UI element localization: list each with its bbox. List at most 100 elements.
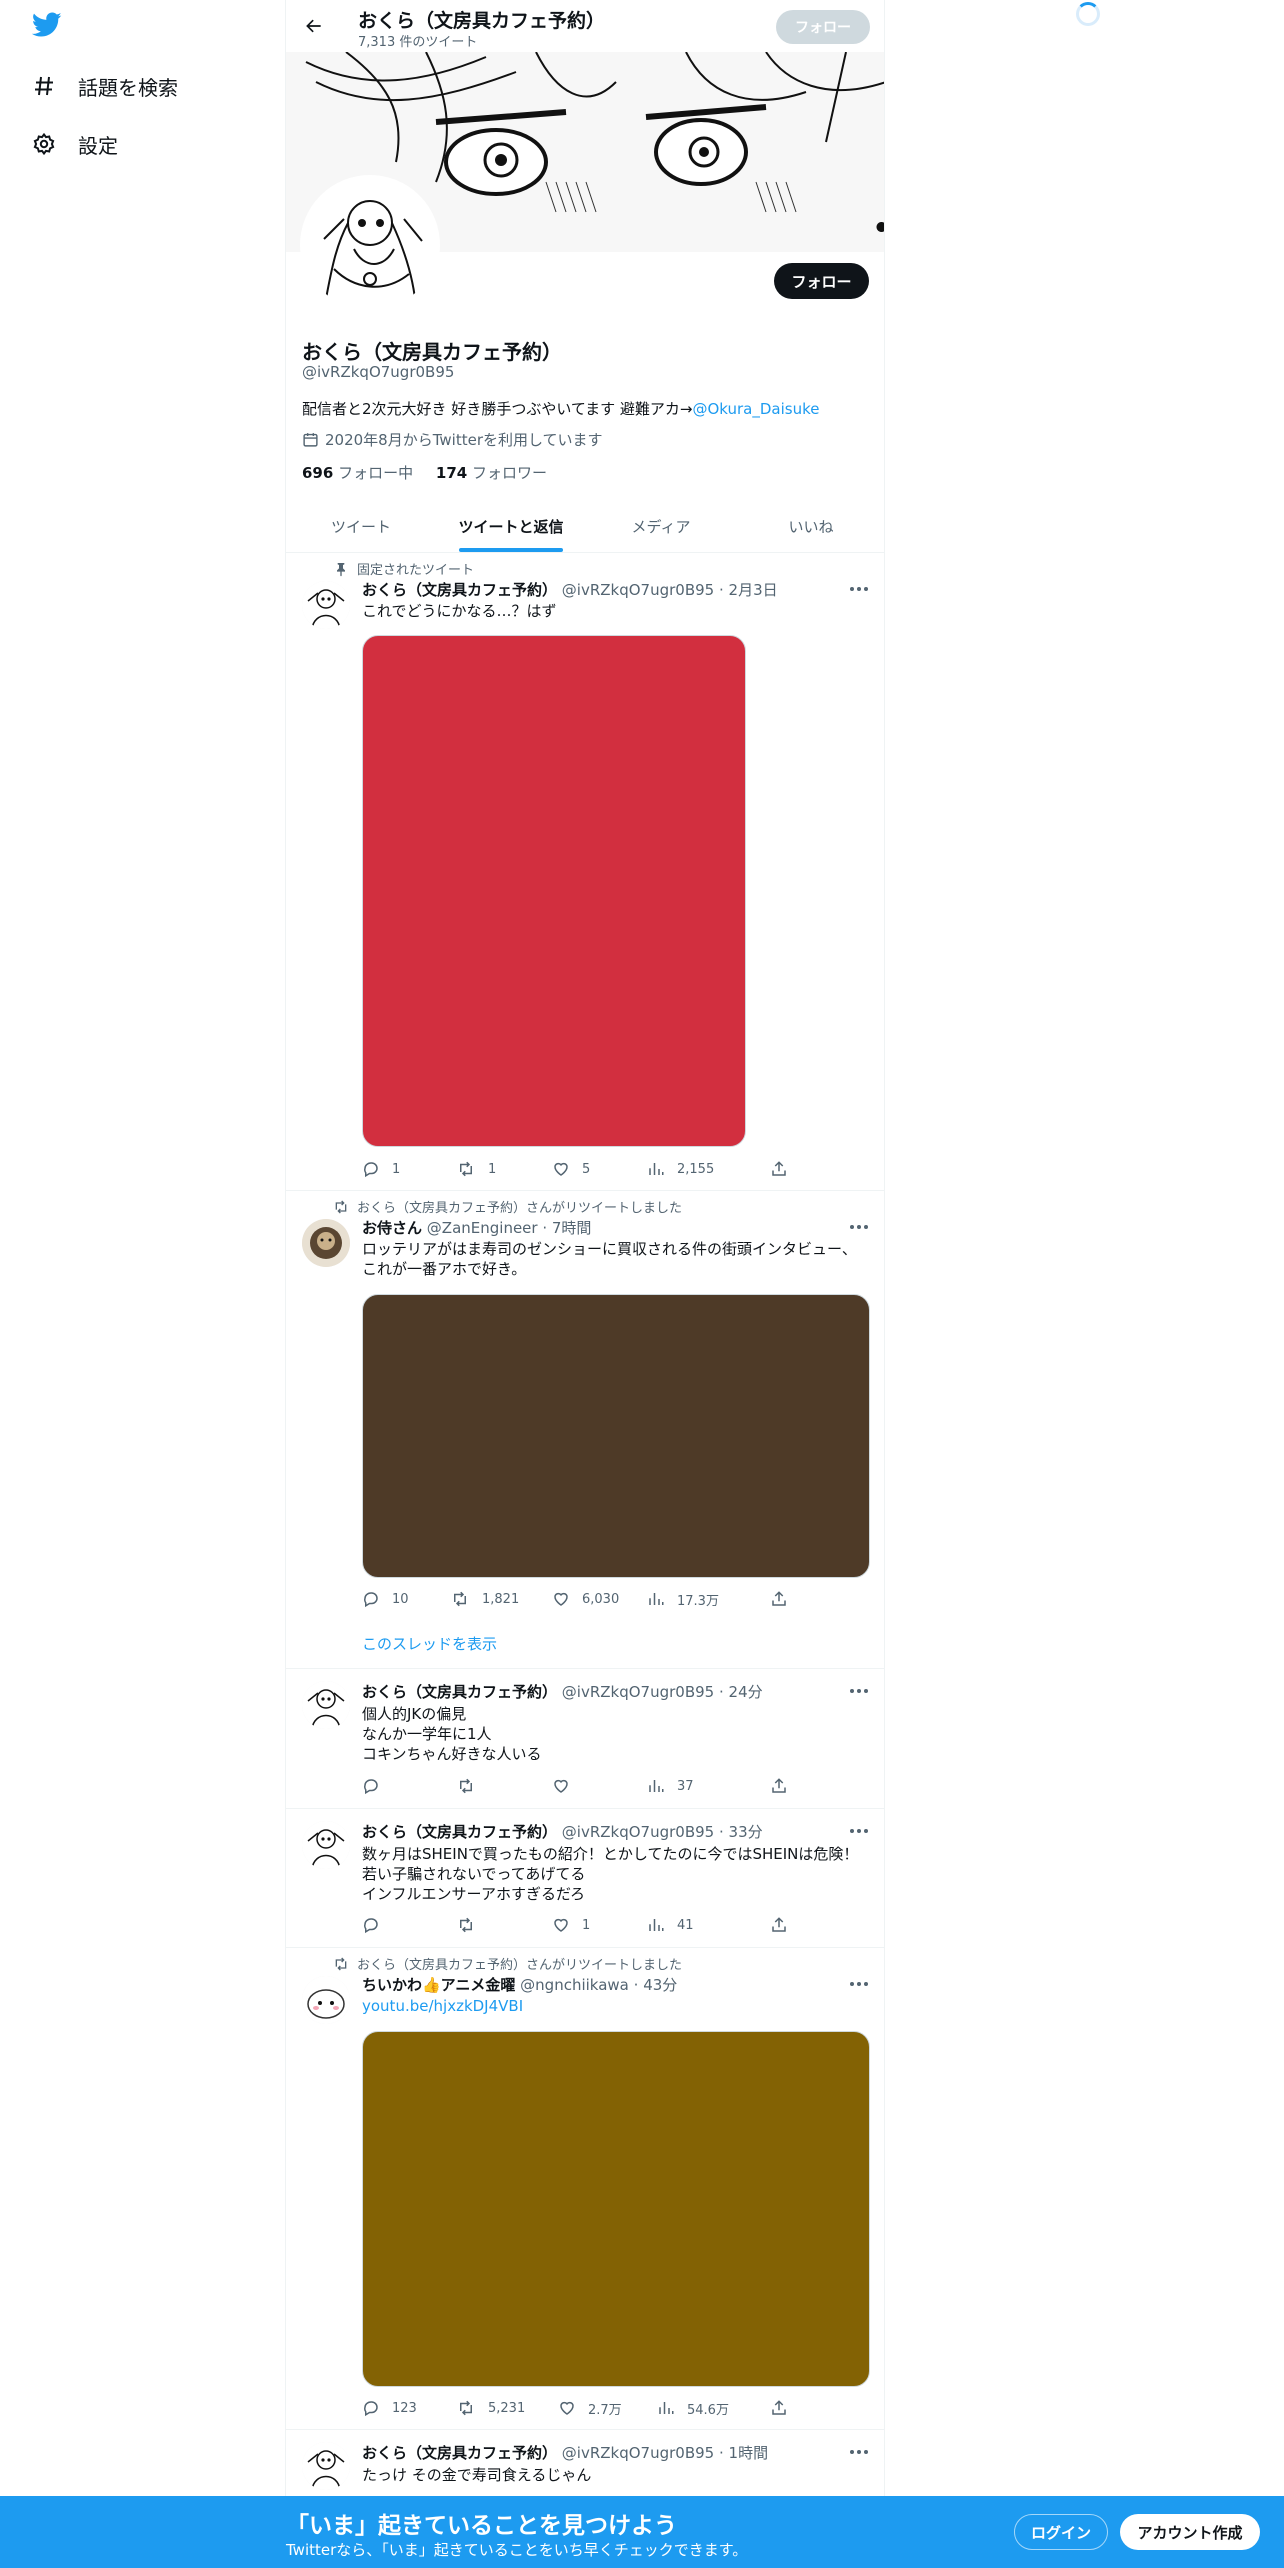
share-icon — [770, 1160, 788, 1178]
tweet-time[interactable]: 24分 — [729, 1683, 763, 1701]
share-button[interactable] — [770, 1588, 788, 1610]
like-button[interactable]: 2.7万 — [558, 2397, 622, 2419]
back-button[interactable] — [300, 12, 328, 40]
tweet-time[interactable]: 2月3日 — [729, 581, 778, 599]
reply-button[interactable] — [362, 1775, 392, 1797]
author-name[interactable]: お侍さん — [362, 1219, 422, 1237]
context-label: おくら（文房具カフェ予約）さんがリツイートしました — [357, 1958, 683, 1973]
more-dots-icon[interactable] — [848, 2442, 870, 2462]
tweet-link[interactable]: youtu.be/hjxzkDJ4VBI — [362, 1996, 872, 2016]
views-chart-icon — [647, 1590, 665, 1608]
views-count: 37 — [677, 1778, 694, 1794]
views-button[interactable]: 54.6万 — [657, 2397, 729, 2419]
author-name[interactable]: ちいかわ👍アニメ金曜 — [362, 1976, 515, 1994]
bio-mention-link[interactable]: @Okura_Daisuke — [692, 400, 819, 418]
tab-likes[interactable]: いいね — [736, 500, 884, 552]
login-button[interactable]: ログイン — [1014, 2514, 1108, 2550]
author-name[interactable]: おくら（文房具カフェ予約） — [362, 1683, 557, 1701]
share-button[interactable] — [770, 1158, 788, 1180]
author-name[interactable]: おくら（文房具カフェ予約） — [362, 1823, 557, 1841]
views-button[interactable]: 37 — [647, 1775, 694, 1797]
like-count: 5 — [582, 1161, 591, 1177]
retweet-button[interactable]: 1,821 — [450, 1588, 519, 1610]
follow-button[interactable]: フォロー — [774, 263, 869, 299]
like-button[interactable]: 1 — [552, 1914, 590, 1936]
author-name[interactable]: おくら（文房具カフェ予約） — [362, 2444, 557, 2462]
gear-icon — [32, 132, 56, 156]
like-button[interactable]: 5 — [552, 1158, 590, 1180]
views-chart-icon — [657, 2399, 675, 2417]
tweet[interactable]: おくら（文房具カフェ予約）さんがリツイートしました お侍さん @ZanEngin… — [286, 1191, 884, 1669]
tweet[interactable]: おくら（文房具カフェ予約） @ivRZkqO7ugr0B95 · 24分 個人的… — [286, 1669, 884, 1809]
reply-icon — [362, 1777, 380, 1795]
views-button[interactable]: 2,155 — [647, 1158, 714, 1180]
reply-button[interactable]: 10 — [362, 1588, 409, 1610]
views-chart-icon — [647, 1916, 665, 1934]
show-thread-link[interactable]: このスレッドを表示 — [362, 1633, 497, 1654]
tweet-avatar[interactable] — [302, 1976, 350, 2024]
tab-tweets-and-replies[interactable]: ツイートと返信 — [436, 500, 586, 552]
following-link[interactable]: 696 フォロー中 — [302, 464, 413, 482]
nav-explore[interactable]: 話題を検索 — [32, 66, 178, 106]
tweet-media[interactable] — [362, 635, 746, 1147]
share-button[interactable] — [770, 1775, 788, 1797]
author-handle[interactable]: @ZanEngineer — [427, 1219, 538, 1237]
followers-link[interactable]: 174 フォロワー — [436, 464, 547, 482]
reply-icon — [362, 1916, 380, 1934]
more-dots-icon[interactable] — [848, 1974, 870, 1994]
tweet-header: おくら（文房具カフェ予約） @ivRZkqO7ugr0B95 · 24分 — [362, 1683, 763, 1701]
tweet-avatar[interactable] — [302, 2442, 350, 2490]
author-handle[interactable]: @ngnchiikawa — [520, 1976, 629, 1994]
tweet-media[interactable] — [362, 1294, 870, 1578]
signup-headline: 「いま」起きていることを見つけよう — [286, 2513, 677, 2539]
tweet-avatar[interactable] — [302, 581, 350, 629]
tab-tweets[interactable]: ツイート — [286, 500, 436, 552]
more-dots-icon[interactable] — [848, 1217, 870, 1237]
views-count: 17.3万 — [677, 1593, 719, 1609]
tweet-media[interactable] — [362, 2031, 870, 2387]
retweet-icon — [456, 1916, 476, 1934]
tweet[interactable]: 固定されたツイート おくら（文房具カフェ予約） @ivRZkqO7ugr0B95… — [286, 553, 884, 1191]
author-handle[interactable]: @ivRZkqO7ugr0B95 — [562, 2444, 714, 2462]
reply-button[interactable]: 123 — [362, 2397, 417, 2419]
tweet-avatar[interactable] — [302, 1219, 350, 1267]
like-button[interactable] — [552, 1775, 582, 1797]
tweet-time[interactable]: 33分 — [729, 1823, 763, 1841]
retweet-button[interactable] — [456, 1914, 488, 1936]
more-dots-icon[interactable] — [848, 1681, 870, 1701]
views-button[interactable]: 41 — [647, 1914, 694, 1936]
reply-button[interactable]: 1 — [362, 1158, 400, 1180]
more-dots-icon[interactable] — [848, 579, 870, 599]
tweet-header: お侍さん @ZanEngineer · 7時間 — [362, 1219, 592, 1237]
share-button[interactable] — [770, 1914, 788, 1936]
tweet-time[interactable]: 7時間 — [552, 1219, 592, 1237]
author-name[interactable]: おくら（文房具カフェ予約） — [362, 581, 557, 599]
nav-settings[interactable]: 設定 — [32, 124, 118, 164]
profile-avatar[interactable] — [300, 175, 440, 315]
signup-button[interactable]: アカウント作成 — [1120, 2514, 1260, 2550]
twitter-bird-icon[interactable] — [32, 12, 62, 38]
signup-subtext: Twitterなら、「いま」起きていることをいち早くチェックできます。 — [286, 2541, 748, 2559]
tweet[interactable]: おくら（文房具カフェ予約）さんがリツイートしました ちいかわ👍アニメ金曜 @ng… — [286, 1948, 884, 2430]
tweet-avatar[interactable] — [302, 1821, 350, 1869]
share-button[interactable] — [770, 2397, 788, 2419]
views-chart-icon — [647, 1777, 665, 1795]
retweet-button[interactable]: 5,231 — [456, 2397, 525, 2419]
tab-media[interactable]: メディア — [586, 500, 736, 552]
like-button[interactable]: 6,030 — [552, 1588, 619, 1610]
views-button[interactable]: 17.3万 — [647, 1588, 719, 1610]
author-handle[interactable]: @ivRZkqO7ugr0B95 — [562, 1823, 714, 1841]
tweet-time[interactable]: 43分 — [643, 1976, 677, 1994]
tweet[interactable]: おくら（文房具カフェ予約） @ivRZkqO7ugr0B95 · 33分 数ヶ月… — [286, 1809, 884, 1948]
author-handle[interactable]: @ivRZkqO7ugr0B95 — [562, 1683, 714, 1701]
tweet-header: おくら（文房具カフェ予約） @ivRZkqO7ugr0B95 · 33分 — [362, 1823, 763, 1841]
retweet-button[interactable]: 1 — [456, 1158, 496, 1180]
more-dots-icon[interactable] — [848, 1821, 870, 1841]
context-label: 固定されたツイート — [357, 563, 475, 578]
retweet-button[interactable] — [456, 1775, 488, 1797]
tweet-time[interactable]: 1時間 — [729, 2444, 769, 2462]
header-follow-button[interactable]: フォロー — [776, 10, 870, 44]
author-handle[interactable]: @ivRZkqO7ugr0B95 — [562, 581, 714, 599]
tweet-avatar[interactable] — [302, 1681, 350, 1729]
reply-button[interactable] — [362, 1914, 392, 1936]
